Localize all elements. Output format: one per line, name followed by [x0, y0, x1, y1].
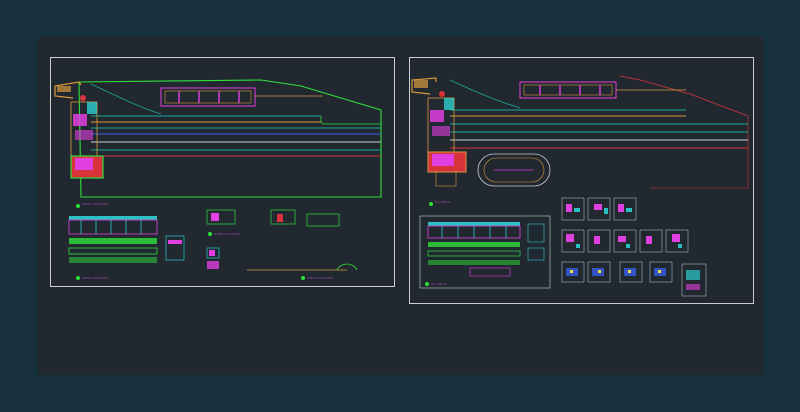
caption-planta-1: ＰＬＡＮＴＡ	[435, 201, 451, 204]
drawing-canvas[interactable]: ＡＭＰＬＩＡＣＩＯＮ ＡＭＰＬＩＡＣＩＯＮ ＡＭＰＬＩＡＣＩＯＮ ＡＭＰＬＩＡＣ…	[38, 37, 763, 375]
caption-amplificacion-1: ＡＭＰＬＩＡＣＩＯＮ	[82, 203, 108, 206]
drawing-sheet-left[interactable]: ＡＭＰＬＩＡＣＩＯＮ ＡＭＰＬＩＡＣＩＯＮ ＡＭＰＬＩＡＣＩＯＮ ＡＭＰＬＩＡＣ…	[50, 57, 395, 287]
caption-amplificacion-3: ＡＭＰＬＩＡＣＩＯＮ	[214, 233, 240, 236]
drawing-sheet-right[interactable]: ＰＬＡＮＴＡ ＰＬＡＮＴＡ	[409, 57, 754, 304]
detail-sheets-grid	[561, 197, 707, 297]
caption-amplificacion-4: ＡＭＰＬＩＡＣＩＯＮ	[307, 277, 333, 280]
caption-amplificacion-2: ＡＭＰＬＩＡＣＩＯＮ	[82, 277, 108, 280]
caption-planta-2: ＰＬＡＮＴＡ	[431, 283, 447, 286]
sheet-right-drawing: ＰＬＡＮＴＡ ＰＬＡＮＴＡ	[411, 75, 749, 297]
sheet-left-drawing: ＡＭＰＬＩＡＣＩＯＮ ＡＭＰＬＩＡＣＩＯＮ ＡＭＰＬＩＡＣＩＯＮ ＡＭＰＬＩＡＣ…	[54, 79, 382, 280]
